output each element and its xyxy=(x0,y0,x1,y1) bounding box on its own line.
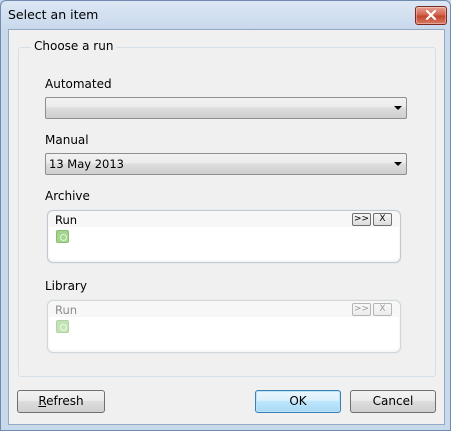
library-remove-button: X xyxy=(373,303,392,316)
library-list xyxy=(49,317,399,350)
archive-add-button[interactable]: >> xyxy=(352,213,371,226)
manual-value: 13 May 2013 xyxy=(49,157,124,171)
close-button[interactable] xyxy=(415,6,447,25)
group-title: Choose a run xyxy=(31,39,117,53)
dialog-client-area: Choose a run Automated Manual 13 May 201… xyxy=(8,29,445,425)
manual-label: Manual xyxy=(45,133,89,147)
refresh-mnemonic: R xyxy=(38,394,47,408)
dialog-window: Select an item Choose a run Automated Ma… xyxy=(0,0,451,431)
archive-panel: Run >> X xyxy=(47,210,401,263)
archive-remove-button[interactable]: X xyxy=(373,213,392,226)
library-label: Library xyxy=(45,279,87,293)
automated-label: Automated xyxy=(45,77,112,91)
refresh-button[interactable]: Refresh xyxy=(17,390,105,413)
manual-dropdown[interactable]: 13 May 2013 xyxy=(45,153,407,175)
ok-button[interactable]: OK xyxy=(255,390,341,413)
archive-list[interactable] xyxy=(49,227,399,260)
window-title: Select an item xyxy=(8,7,99,22)
refresh-label-rest: efresh xyxy=(46,394,84,408)
add-circle-icon[interactable] xyxy=(56,230,69,243)
choose-run-group: Choose a run Automated Manual 13 May 201… xyxy=(18,39,436,377)
add-circle-icon xyxy=(56,320,69,333)
archive-label: Archive xyxy=(45,189,90,203)
title-bar[interactable]: Select an item xyxy=(1,1,450,29)
library-header-run: Run xyxy=(55,303,78,317)
automated-dropdown[interactable] xyxy=(45,97,407,119)
library-add-button: >> xyxy=(352,303,371,316)
cancel-button[interactable]: Cancel xyxy=(350,390,436,413)
archive-header-run: Run xyxy=(55,213,78,227)
library-panel-header: Run >> X xyxy=(48,301,400,317)
chevron-down-icon xyxy=(394,162,402,166)
library-panel: Run >> X xyxy=(47,300,401,353)
archive-panel-header: Run >> X xyxy=(48,211,400,227)
close-icon xyxy=(425,10,437,20)
chevron-down-icon xyxy=(394,106,402,110)
